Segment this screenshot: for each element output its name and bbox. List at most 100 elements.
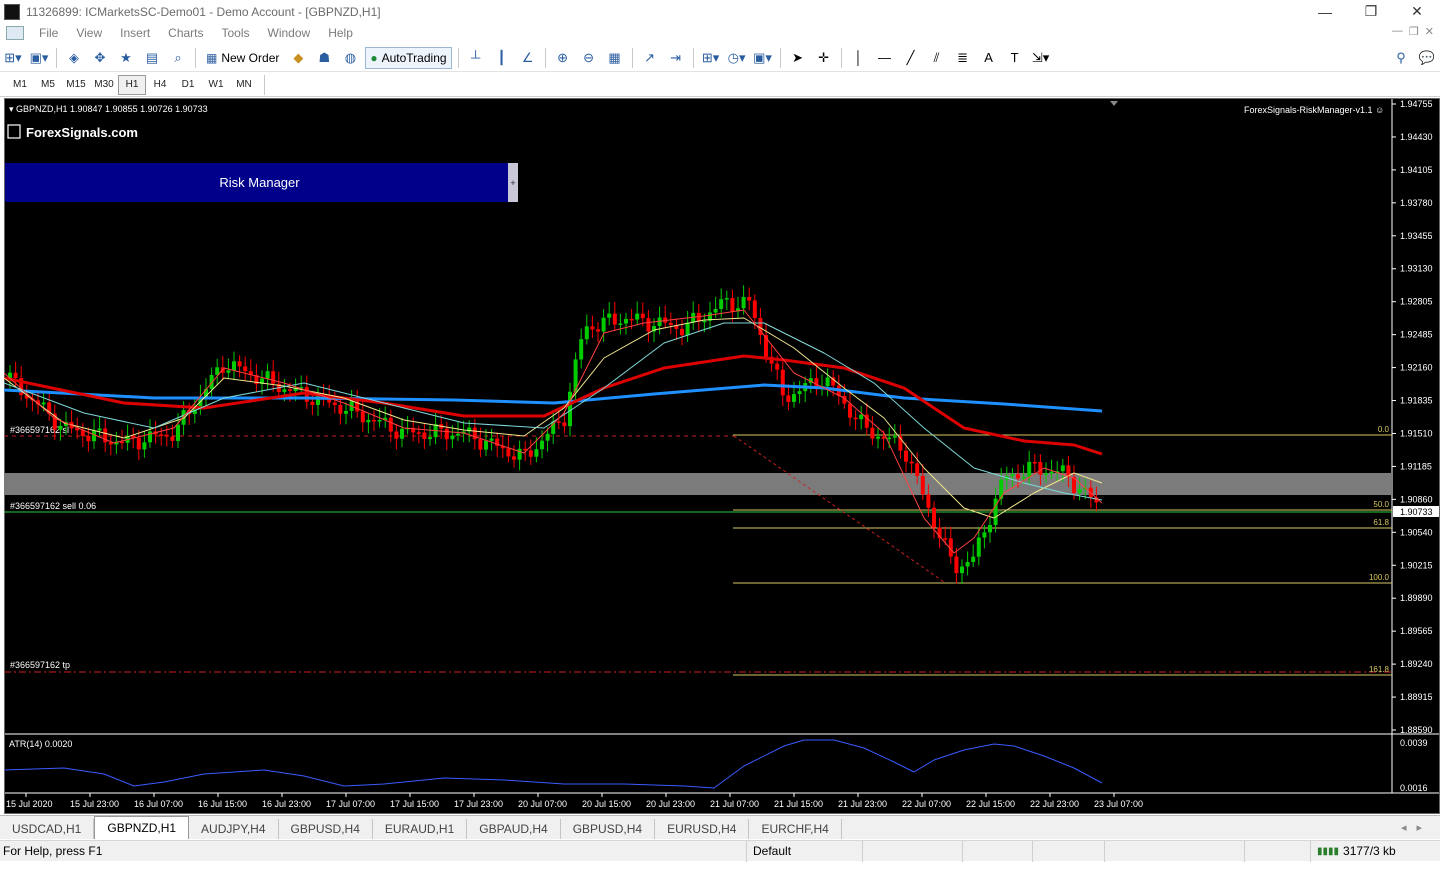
navigator-icon[interactable]: ★ (115, 47, 137, 69)
candle-body (590, 326, 595, 330)
price-label: 1.91510 (1400, 428, 1433, 438)
menu-file[interactable]: File (30, 26, 67, 40)
tab-gbpaud-h4[interactable]: GBPAUD,H4 (467, 819, 561, 839)
restore-icon[interactable]: ❐ (1348, 0, 1394, 23)
signals-icon[interactable]: ☗ (313, 47, 335, 69)
terminal-icon[interactable]: ▤ (141, 47, 163, 69)
close-icon[interactable]: ✕ (1394, 0, 1440, 23)
candle-body (730, 298, 735, 312)
candle-body (545, 433, 550, 441)
price-label: 1.94755 (1400, 99, 1433, 109)
timeframe-w1[interactable]: W1 (202, 79, 230, 90)
new-order-label: New Order (221, 50, 280, 65)
candle-body (120, 441, 124, 444)
data-window-icon[interactable]: ✥ (89, 47, 111, 69)
menu-insert[interactable]: Insert (111, 26, 159, 40)
timeframe-h1[interactable]: H1 (118, 74, 146, 95)
periods-icon[interactable]: ◷▾ (726, 47, 748, 69)
candle-body (13, 372, 18, 379)
mdi-restore-icon[interactable]: ❐ (1409, 25, 1419, 38)
main-toolbar: ⊞▾ ▣▾ ◈ ✥ ★ ▤ ⌕ ▦ New Order ◆ ☗ ◍ ● AutoTr… (0, 44, 1440, 72)
vertical-line-icon[interactable]: │ (848, 47, 870, 69)
candle-body (209, 375, 214, 389)
profiles-icon[interactable]: ▣▾ (28, 47, 50, 69)
timeframe-m1[interactable]: M1 (6, 79, 34, 90)
bar-chart-icon[interactable]: ┴ (465, 47, 487, 69)
candle-body (456, 433, 460, 436)
crosshair-icon[interactable]: ✛ (813, 47, 835, 69)
candle-body (976, 537, 981, 557)
new-order-button[interactable]: ▦ New Order (202, 47, 283, 69)
tab-scroll-arrows[interactable]: ◂▸ (1401, 821, 1432, 834)
chart-window-icon[interactable] (6, 26, 24, 40)
timeframe-m30[interactable]: M30 (90, 79, 118, 90)
market-watch-icon[interactable]: ◈ (63, 47, 85, 69)
chart-window[interactable]: 1.94755 1.94430 1.94105 1.93780 1.93455 1.931… (4, 98, 1440, 814)
price-chart[interactable]: 1.94755 1.94430 1.94105 1.93780 1.93455 1.931… (4, 98, 1440, 814)
menu-bar: File View Insert Charts Tools Window Hel… (0, 23, 1440, 43)
candle-body (579, 339, 584, 360)
fibonacci-icon[interactable]: ≣ (952, 47, 974, 69)
timeframe-mn[interactable]: MN (230, 79, 258, 90)
candle-body (271, 371, 276, 384)
tab-eurusd-h4[interactable]: EURUSD,H4 (655, 819, 750, 839)
tab-euraud-h1[interactable]: EURAUD,H1 (373, 819, 468, 839)
text-icon[interactable]: A (978, 47, 1000, 69)
mdi-minimize-icon[interactable]: — (1392, 25, 1403, 38)
menu-tools[interactable]: Tools (213, 26, 259, 40)
time-label: 21 Jul 15:00 (774, 799, 823, 809)
cursor-icon[interactable]: ➤ (787, 47, 809, 69)
candle-body (719, 299, 724, 309)
candle-body (282, 389, 287, 393)
menu-charts[interactable]: Charts (159, 26, 212, 40)
risk-manager-panel[interactable]: Risk Manager (5, 163, 514, 202)
timeframe-m15[interactable]: M15 (62, 79, 90, 90)
menu-window[interactable]: Window (259, 26, 320, 40)
templates-icon[interactable]: ▣▾ (752, 47, 774, 69)
market-icon[interactable]: ◍ (339, 47, 361, 69)
timeframe-d1[interactable]: D1 (174, 79, 202, 90)
candle-body (932, 507, 936, 528)
tab-gbpnzd-h1[interactable]: GBPNZD,H1 (94, 816, 190, 839)
zoom-out-icon[interactable]: ⊖ (578, 47, 600, 69)
tab-audjpy-h4[interactable]: AUDJPY,H4 (189, 819, 279, 839)
channel-icon[interactable]: ⫽ (926, 47, 948, 69)
arrows-icon[interactable]: ⇲▾ (1030, 47, 1052, 69)
mdi-close-icon[interactable]: ✕ (1425, 25, 1434, 38)
candlestick-icon[interactable]: ┃ (491, 47, 513, 69)
risk-manager-expand-button[interactable]: + (508, 163, 518, 202)
candle-body (164, 434, 169, 437)
price-label: 1.92485 (1400, 330, 1433, 340)
tab-eurchf-h4[interactable]: EURCHF,H4 (749, 819, 842, 839)
menu-view[interactable]: View (67, 26, 111, 40)
timeframe-h4[interactable]: H4 (146, 79, 174, 90)
chat-icon[interactable]: 💬 (1416, 47, 1438, 69)
mdi-controls: — ❐ ✕ (1392, 25, 1434, 38)
tab-usdcad-h1[interactable]: USDCAD,H1 (0, 819, 95, 839)
timeframe-m5[interactable]: M5 (34, 79, 62, 90)
tab-gbpusd-h4[interactable]: GBPUSD,H4 (279, 819, 373, 839)
tester-icon[interactable]: ⌕ (167, 47, 189, 69)
text-label-icon[interactable]: T (1004, 47, 1026, 69)
line-chart-icon[interactable]: ∠ (517, 47, 539, 69)
horizontal-line-icon[interactable]: — (874, 47, 896, 69)
candle-body (310, 401, 315, 405)
trendline-icon[interactable]: ╱ (900, 47, 922, 69)
candle-body (1038, 462, 1043, 475)
autoscroll-icon[interactable]: ↗ (639, 47, 661, 69)
menu-help[interactable]: Help (319, 26, 362, 40)
tp-order-label: #366597162 tp (10, 660, 70, 670)
tile-windows-icon[interactable]: ▦ (604, 47, 626, 69)
time-label: 15 Jul 2020 (6, 799, 53, 809)
tab-gbpusd-h4-2[interactable]: GBPUSD,H4 (561, 819, 656, 839)
chart-shift-icon[interactable]: ⇥ (665, 47, 687, 69)
minimize-icon[interactable]: — (1302, 0, 1348, 23)
candle-body (965, 562, 970, 567)
metaeditor-icon[interactable]: ◆ (287, 47, 309, 69)
indicators-icon[interactable]: ⊞▾ (700, 47, 722, 69)
candle-body (926, 494, 931, 508)
zoom-in-icon[interactable]: ⊕ (552, 47, 574, 69)
new-chart-icon[interactable]: ⊞▾ (2, 47, 24, 69)
search-icon[interactable]: ⚲ (1390, 47, 1412, 69)
autotrading-button[interactable]: ● AutoTrading (365, 46, 452, 69)
